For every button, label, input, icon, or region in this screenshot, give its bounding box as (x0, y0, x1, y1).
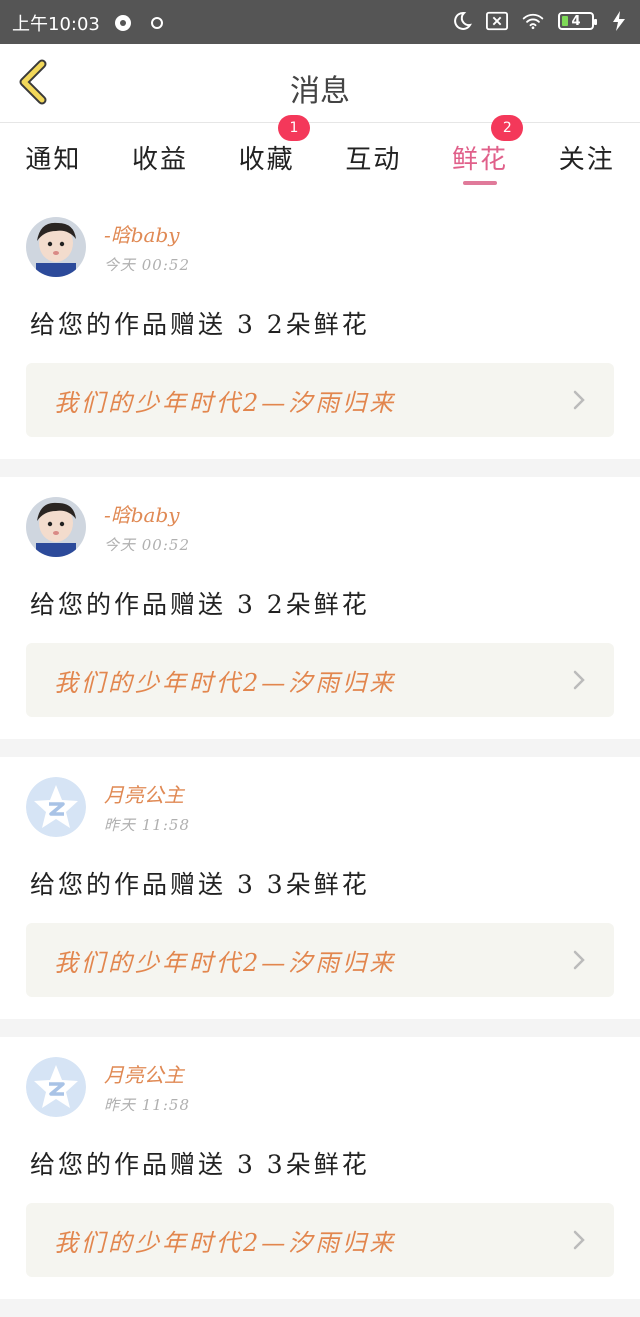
work-link[interactable]: 我们的少年时代2—汐雨归来 (26, 1203, 614, 1277)
charging-icon (608, 10, 630, 32)
status-time: 上午10:03 (12, 14, 100, 35)
chevron-right-icon (573, 1230, 585, 1250)
tab-interaction[interactable]: 互动 (320, 123, 427, 197)
username[interactable]: -晗baby (104, 219, 190, 248)
tab-badge: 1 (278, 115, 311, 141)
tab-notice[interactable]: 通知 (0, 123, 107, 197)
work-link[interactable]: 我们的少年时代2—汐雨归来 (26, 363, 614, 437)
nav-bar: 消息 (0, 44, 640, 123)
page-title: 消息 (290, 74, 350, 109)
tab-badge: 2 (491, 115, 524, 141)
message-card: -晗baby 今天 00:52 给您的作品赠送 3 2朵鲜花 我们的少年时代2—… (0, 197, 640, 459)
chevron-right-icon (573, 670, 585, 690)
app-notification-icon (146, 12, 168, 34)
work-title: 我们的少年时代2—汐雨归来 (54, 948, 397, 977)
status-bar: 上午10:03 4 (0, 0, 640, 44)
default-avatar-star-icon[interactable] (26, 1057, 86, 1117)
message-card: 月亮公主 昨天 11:58 给您的作品赠送 3 3朵鲜花 我们的少年时代2—汐雨… (0, 1037, 640, 1299)
username[interactable]: 月亮公主 (104, 1059, 190, 1088)
battery-indicator: 4 (558, 12, 597, 30)
message-card: 月亮公主 昨天 11:58 给您的作品赠送 3 3朵鲜花 我们的少年时代2—汐雨… (0, 757, 640, 1019)
moon-icon (450, 10, 472, 32)
message-text: 给您的作品赠送 3 3朵鲜花 (30, 1150, 370, 1179)
tab-favorites[interactable]: 收藏 1 (213, 115, 320, 197)
work-title: 我们的少年时代2—汐雨归来 (54, 388, 397, 417)
username[interactable]: -晗baby (104, 499, 190, 528)
tab-earnings[interactable]: 收益 (107, 123, 214, 197)
wifi-icon (522, 10, 544, 32)
music-notification-icon (112, 12, 134, 34)
message-text: 给您的作品赠送 3 2朵鲜花 (30, 310, 370, 339)
work-link[interactable]: 我们的少年时代2—汐雨归来 (26, 643, 614, 717)
timestamp: 昨天 11:58 (104, 1096, 190, 1114)
timestamp: 昨天 11:58 (104, 816, 190, 834)
chevron-right-icon (573, 950, 585, 970)
chevron-right-icon (573, 390, 585, 410)
work-link[interactable]: 我们的少年时代2—汐雨归来 (26, 923, 614, 997)
tab-following[interactable]: 关注 (533, 123, 640, 197)
work-title: 我们的少年时代2—汐雨归来 (54, 1228, 397, 1257)
timestamp: 今天 00:52 (104, 256, 190, 274)
work-title: 我们的少年时代2—汐雨归来 (54, 668, 397, 697)
active-tab-indicator (463, 181, 498, 185)
message-card: -晗baby 今天 00:52 给您的作品赠送 3 2朵鲜花 我们的少年时代2—… (0, 477, 640, 739)
avatar[interactable] (26, 497, 86, 557)
timestamp: 今天 00:52 (104, 536, 190, 554)
username[interactable]: 月亮公主 (104, 779, 190, 808)
tab-flowers[interactable]: 鲜花 2 (427, 115, 534, 197)
default-avatar-star-icon[interactable] (26, 777, 86, 837)
sim-off-icon (486, 10, 508, 32)
message-text: 给您的作品赠送 3 2朵鲜花 (30, 590, 370, 619)
avatar[interactable] (26, 217, 86, 277)
tab-bar: 通知 收益 收藏 1 互动 鲜花 2 关注 (0, 115, 640, 197)
message-list: -晗baby 今天 00:52 给您的作品赠送 3 2朵鲜花 我们的少年时代2—… (0, 197, 640, 1317)
message-text: 给您的作品赠送 3 3朵鲜花 (30, 870, 370, 899)
